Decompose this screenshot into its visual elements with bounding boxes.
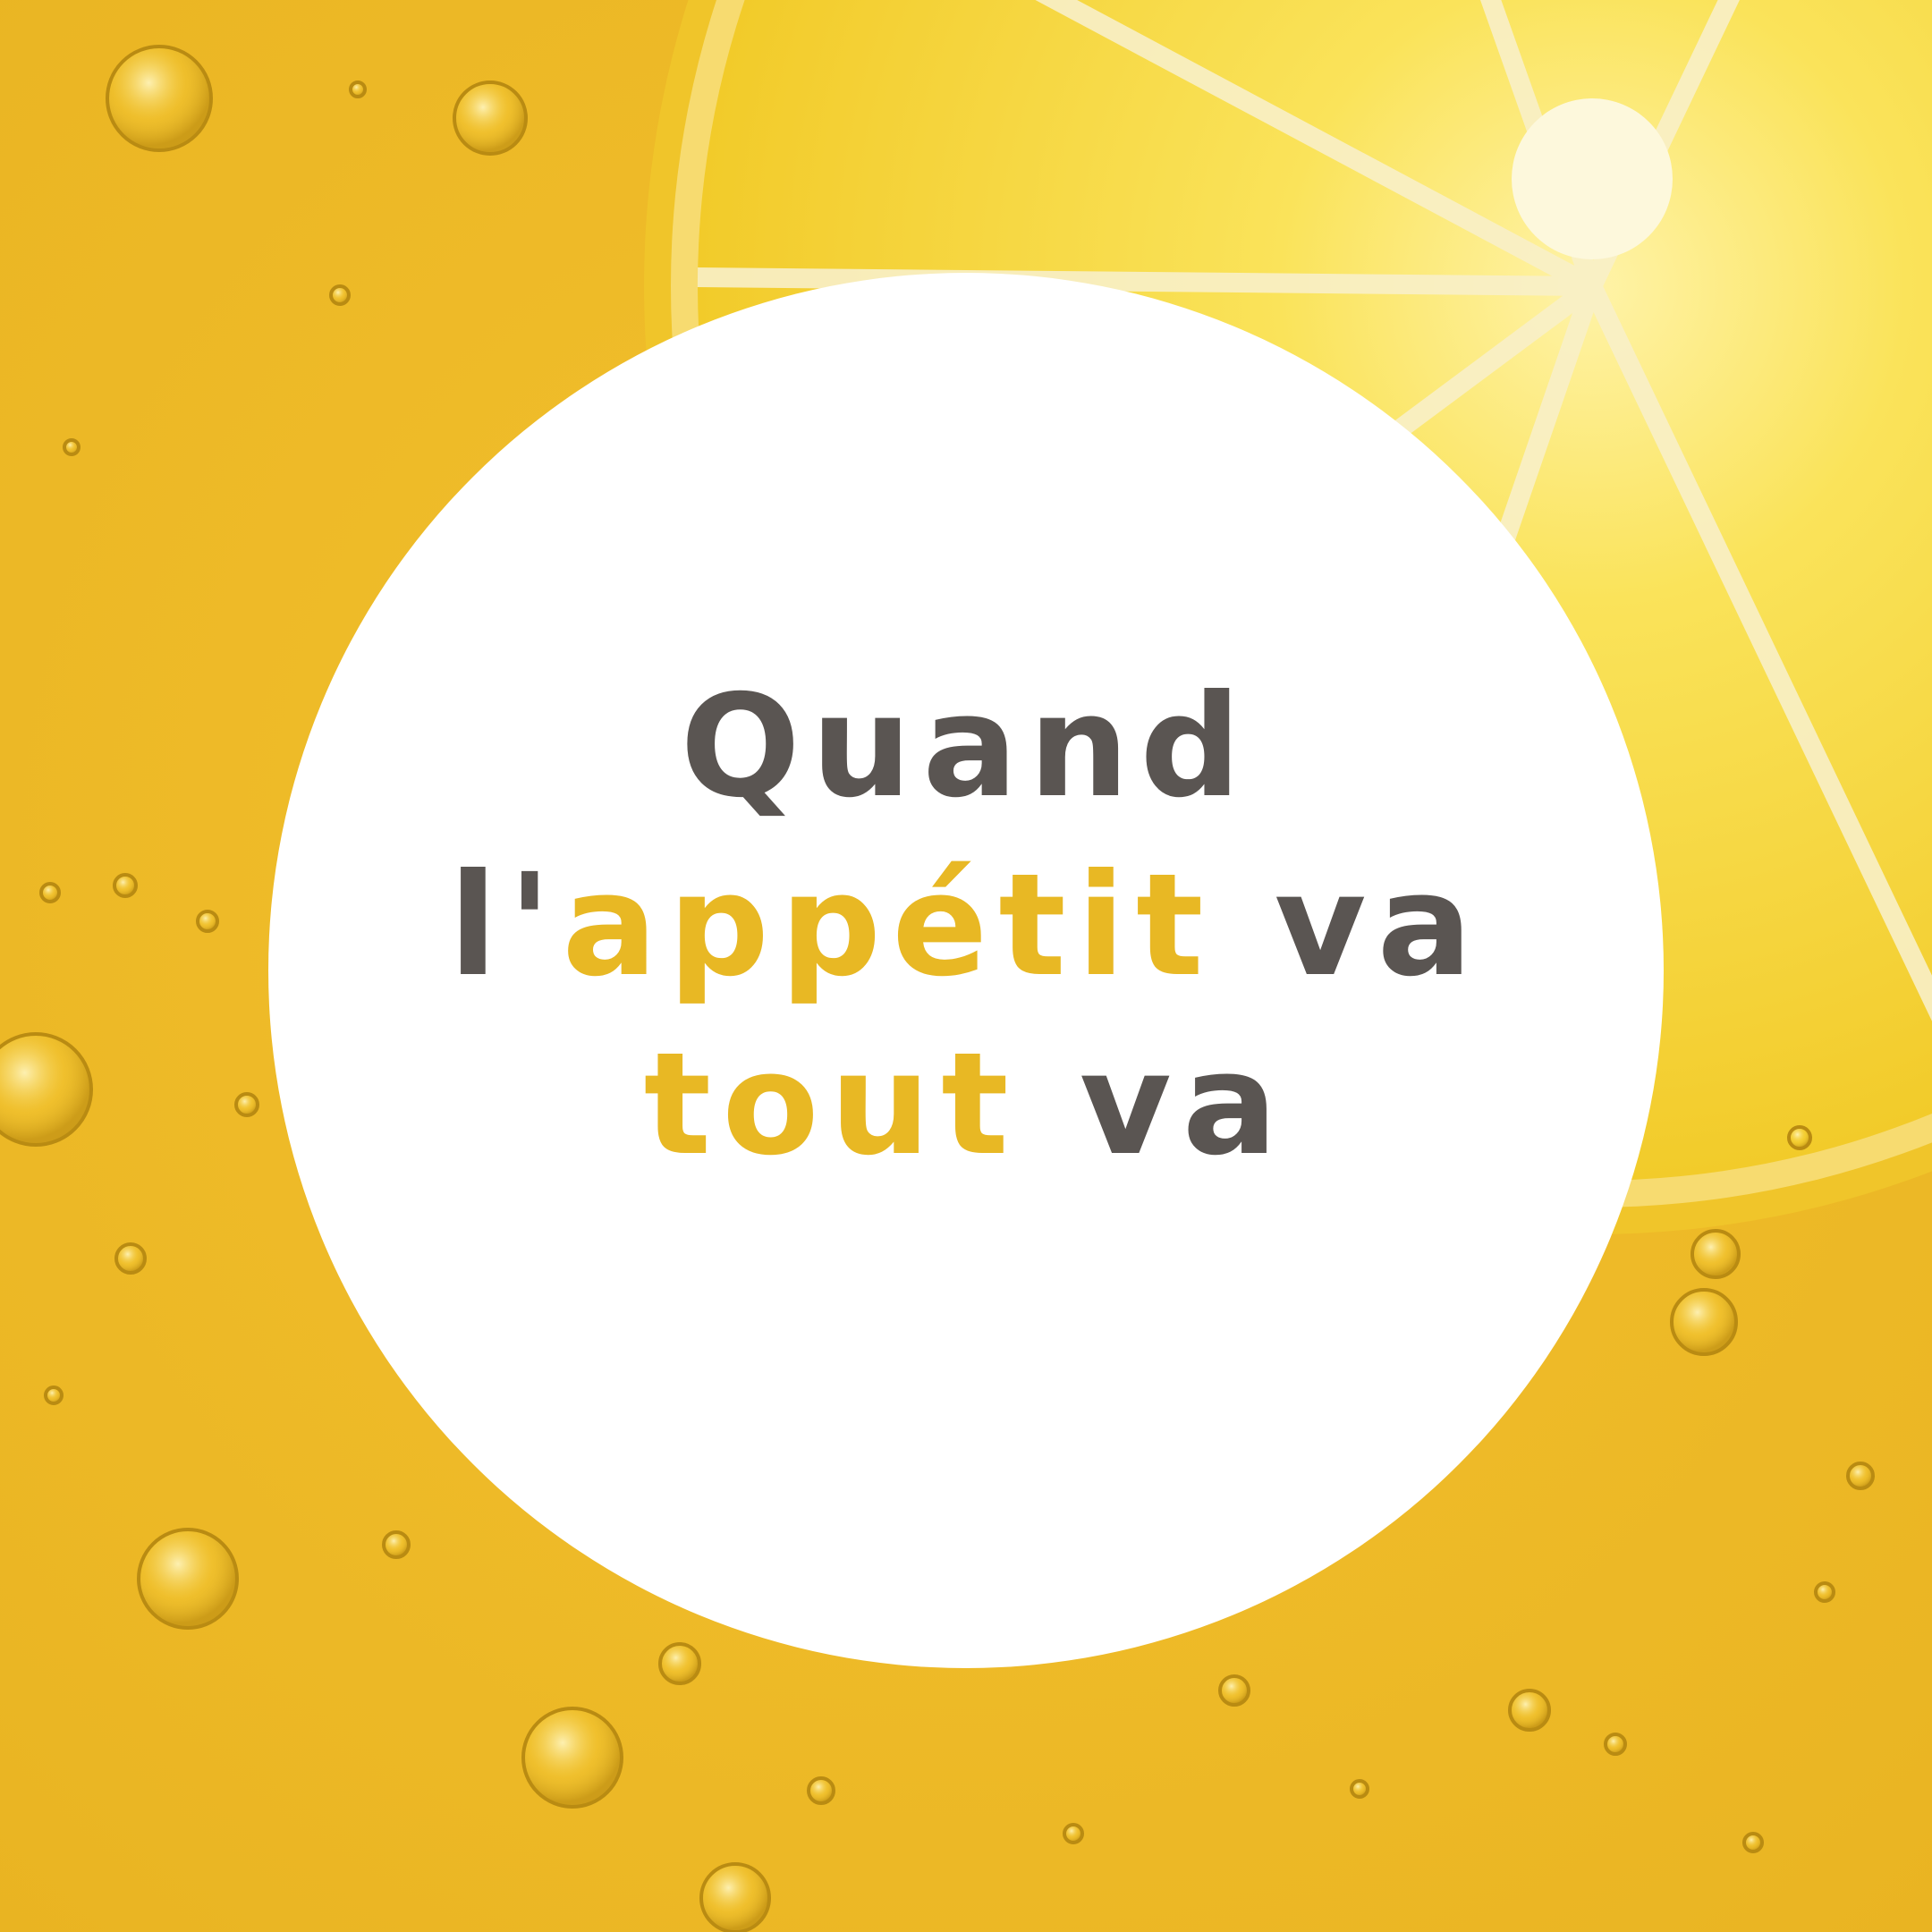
- headline-line-2: l'appétit va: [268, 836, 1664, 1015]
- headline-prefix-l: l': [448, 843, 563, 1008]
- headline-word-quand: Quand: [680, 665, 1252, 829]
- headline-accent-tout: tout: [643, 1022, 1020, 1187]
- headline-suffix-va: va: [1214, 843, 1484, 1008]
- headline: Quand l'appétit va tout va: [268, 657, 1664, 1194]
- headline-line-3: tout va: [268, 1015, 1664, 1194]
- headline-suffix-va-2: va: [1019, 1022, 1289, 1187]
- headline-accent-appetit: appétit: [562, 843, 1215, 1008]
- headline-line-1: Quand: [268, 657, 1664, 836]
